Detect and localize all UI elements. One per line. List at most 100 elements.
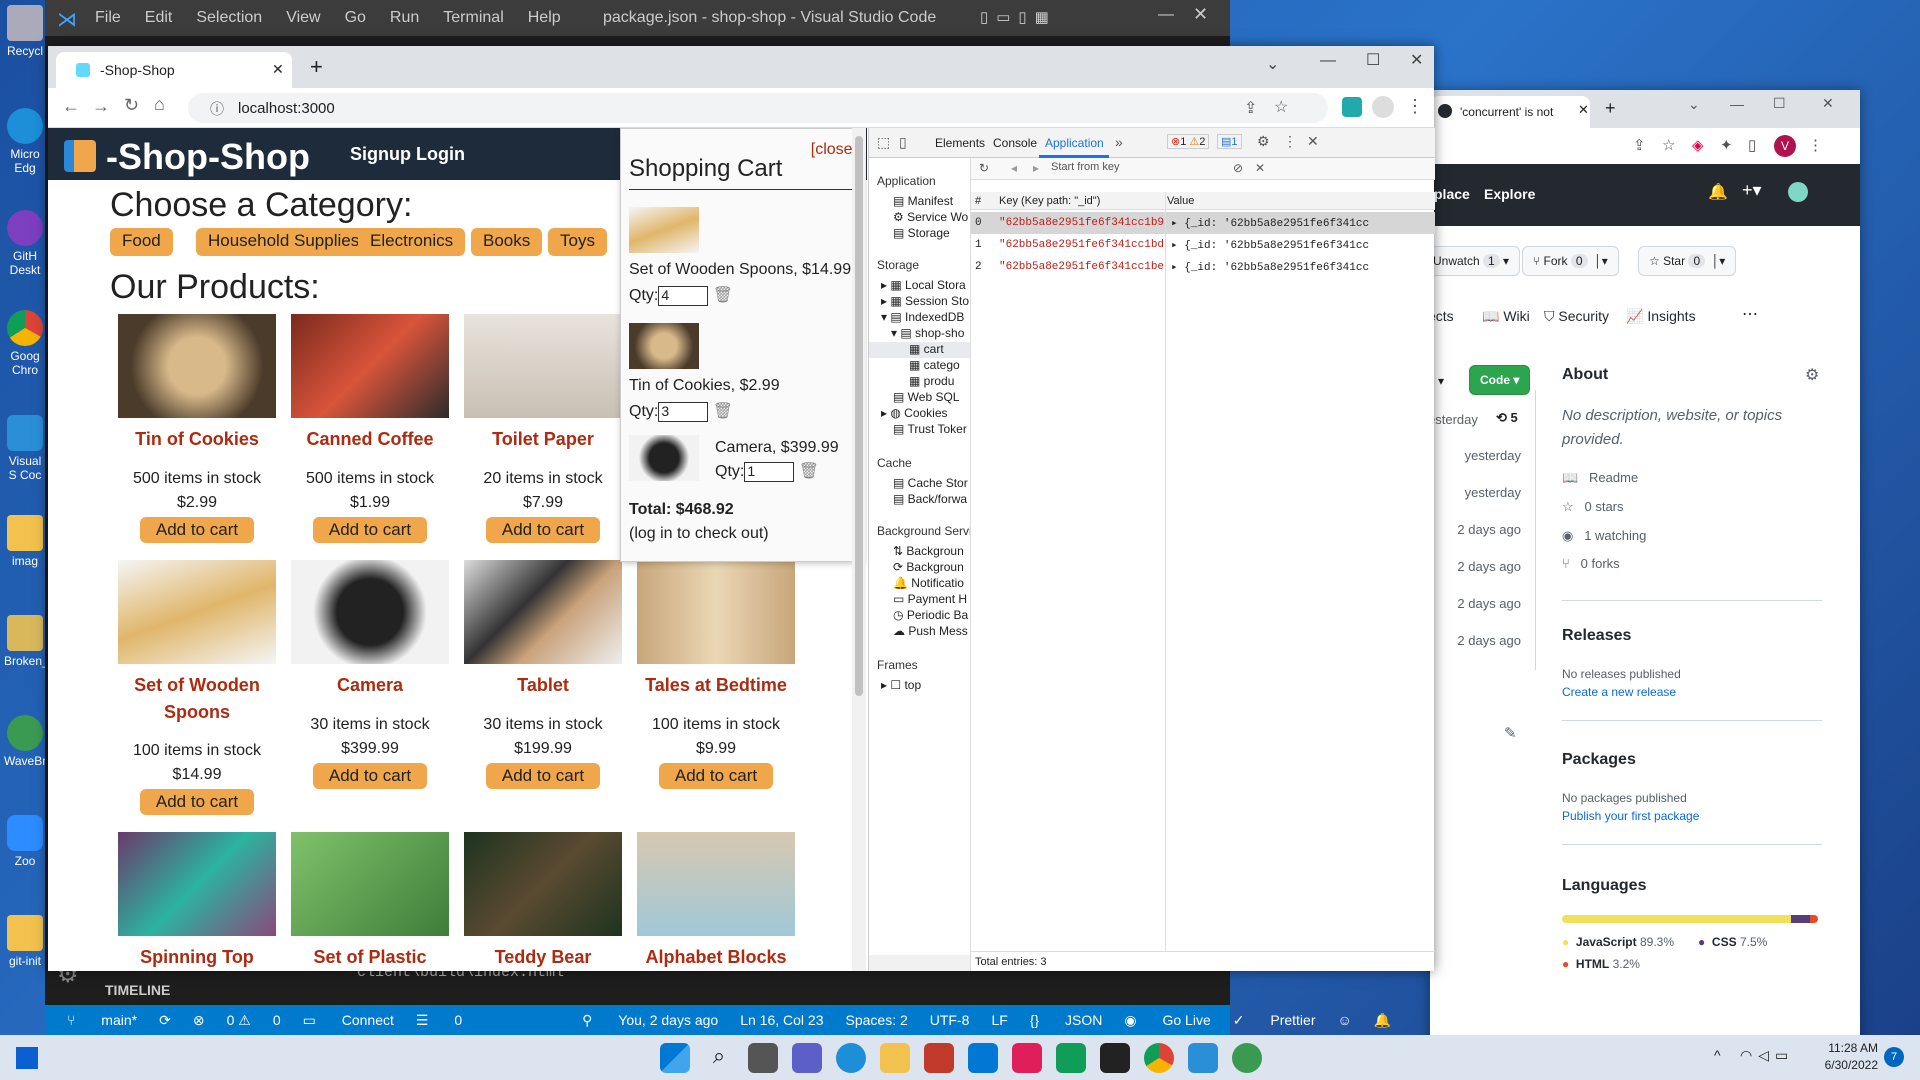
tab-security[interactable]: ⛉ Security xyxy=(1544,308,1609,325)
menu-run[interactable]: Run xyxy=(390,9,419,26)
sidebar-service-workers[interactable]: ⚙ Service Wo xyxy=(893,210,968,224)
product-name[interactable]: Canned Coffee xyxy=(290,426,450,453)
product-name[interactable]: Teddy Bear xyxy=(463,944,623,971)
sidebar-cookies[interactable]: ▸ ◍ Cookies xyxy=(881,406,948,420)
sidebar-horizontal-scrollbar[interactable] xyxy=(869,955,970,971)
github-minimize-icon[interactable]: — xyxy=(1730,96,1744,112)
sidebar-indexeddb[interactable]: ▾ ▤ IndexedDB xyxy=(881,310,964,324)
back-icon[interactable]: ← xyxy=(62,96,80,117)
desktop-icon-github-desktop[interactable]: GitH Deskt xyxy=(4,210,46,277)
menu-view[interactable]: View xyxy=(286,9,320,26)
product-image[interactable] xyxy=(291,314,449,418)
chrome-menu-icon[interactable]: ⋮ xyxy=(1406,96,1424,117)
store-icon[interactable] xyxy=(924,1043,954,1073)
user-avatar[interactable] xyxy=(1788,182,1808,202)
messages-badge[interactable]: ▤1 xyxy=(1217,134,1242,149)
profile-avatar[interactable]: V xyxy=(1774,135,1796,157)
packages-title[interactable]: Packages xyxy=(1562,751,1636,769)
terminal-icon[interactable] xyxy=(1100,1043,1130,1073)
widgets-icon[interactable] xyxy=(16,1047,38,1069)
tab-application[interactable]: Application xyxy=(1045,136,1104,150)
status-language[interactable]: {} JSON xyxy=(1030,1012,1103,1028)
add-to-cart-button[interactable]: Add to cart xyxy=(485,517,601,543)
product-name[interactable]: Set of Wooden Spoons xyxy=(117,672,277,726)
create-new-icon[interactable]: +▾ xyxy=(1742,180,1762,201)
status-blame[interactable]: ⚲ You, 2 days ago xyxy=(582,1012,718,1029)
add-to-cart-button[interactable]: Add to cart xyxy=(312,763,428,789)
product-image[interactable] xyxy=(118,314,276,418)
share-icon[interactable]: ⇪ xyxy=(1244,98,1257,118)
status-prettier[interactable]: ✓ Prettier xyxy=(1233,1012,1316,1029)
scrollbar-thumb[interactable] xyxy=(855,136,863,696)
add-to-cart-button[interactable]: Add to cart xyxy=(485,763,601,789)
status-branch[interactable]: ⑂ main* xyxy=(67,1012,137,1028)
product-image[interactable] xyxy=(464,832,622,936)
product-name[interactable]: Tales at Bedtime xyxy=(636,672,796,699)
table-row[interactable]: 2 "62bb5a8e2951fe6f341cc1be" ▸ {_id: '62… xyxy=(971,256,1435,278)
sidebar-store-categories[interactable]: ▦ catego xyxy=(909,358,960,372)
clock-date[interactable]: 6/30/2022 xyxy=(1798,1058,1878,1072)
product-name[interactable]: Camera xyxy=(290,672,450,699)
product-name[interactable]: Toilet Paper xyxy=(463,426,623,453)
puzzle-icon[interactable]: ✦ xyxy=(1720,136,1733,154)
status-encoding[interactable]: UTF-8 xyxy=(930,1012,970,1028)
github-close-icon[interactable]: ✕ xyxy=(1822,95,1834,112)
desktop-icon-zoom[interactable]: Zoo xyxy=(4,815,46,868)
edit-pencil-icon[interactable]: ✎ xyxy=(1504,724,1517,742)
about-settings-gear-icon[interactable]: ⚙ xyxy=(1805,365,1819,385)
tab-insights[interactable]: 📈 Insights xyxy=(1626,308,1696,325)
add-to-cart-button[interactable]: Add to cart xyxy=(139,789,255,815)
next-page-icon[interactable]: ▸ xyxy=(1033,161,1039,175)
product-image[interactable] xyxy=(637,560,795,664)
task-view-icon[interactable] xyxy=(748,1043,778,1073)
devtools-close-icon[interactable]: ✕ xyxy=(1307,133,1319,150)
trash-icon[interactable]: 🗑 xyxy=(713,287,733,304)
share-icon[interactable]: ⇪ xyxy=(1633,136,1646,154)
issues-badge[interactable]: ⊗1 ⚠2 xyxy=(1167,134,1210,149)
releases-title[interactable]: Releases xyxy=(1562,627,1631,645)
devtools-menu-icon[interactable]: ⋮ xyxy=(1283,133,1297,150)
branch-caret-icon[interactable]: ▾ xyxy=(1438,374,1444,388)
github-new-tab-icon[interactable]: + xyxy=(1605,98,1616,119)
profile-avatar[interactable] xyxy=(1372,96,1394,118)
inspect-icon[interactable]: ⬚ xyxy=(877,134,890,151)
tray-network-volume-battery-icons[interactable]: ◠◁▭ xyxy=(1740,1047,1794,1064)
notifications-badge[interactable]: 7 xyxy=(1884,1047,1904,1067)
desktop-icon-images-folder[interactable]: imag xyxy=(4,515,46,568)
sidebar-bg-sync[interactable]: ⟳ Backgroun xyxy=(893,560,964,574)
language-html[interactable]: ● HTML 3.2% xyxy=(1562,957,1640,971)
prev-page-icon[interactable]: ◂ xyxy=(1011,161,1017,175)
github-maximize-icon[interactable]: ☐ xyxy=(1773,95,1786,112)
qty-input[interactable]: 3 xyxy=(658,401,709,422)
product-name[interactable]: Alphabet Blocks xyxy=(636,944,796,971)
product-name[interactable]: Set of Plastic xyxy=(290,944,450,971)
desktop-icon-chrome[interactable]: Goog Chro xyxy=(4,310,46,377)
forward-icon[interactable]: → xyxy=(92,96,110,117)
clock-time[interactable]: 11:28 AM xyxy=(1798,1041,1878,1055)
product-image[interactable] xyxy=(464,314,622,418)
status-problems[interactable]: ⊗ 0 ⚠ 0 xyxy=(193,1012,281,1029)
github-tab-close-icon[interactable]: ✕ xyxy=(1578,102,1589,118)
page-scrollbar[interactable] xyxy=(852,128,866,971)
desktop-icon-git-init[interactable]: git-init xyxy=(4,915,46,968)
tab-close-icon[interactable]: ✕ xyxy=(272,61,284,78)
product-name[interactable]: Tablet xyxy=(463,672,623,699)
product-image[interactable] xyxy=(291,560,449,664)
language-javascript[interactable]: ● JavaScript 89.3% xyxy=(1562,935,1674,949)
publish-package-link[interactable]: Publish your first package xyxy=(1562,809,1699,823)
wavebrowser-icon[interactable] xyxy=(1232,1043,1262,1073)
brand-title[interactable]: -Shop-Shop xyxy=(106,136,310,178)
menu-go[interactable]: Go xyxy=(345,9,366,26)
bookmark-star-icon[interactable]: ☆ xyxy=(1274,97,1288,117)
sidebar-db-shop-shop[interactable]: ▾ ▤ shop-sho xyxy=(891,326,964,340)
menu-help[interactable]: Help xyxy=(528,9,561,26)
sidebar-storage[interactable]: ▤ Storage xyxy=(893,226,950,240)
status-eol[interactable]: LF xyxy=(991,1012,1007,1028)
unwatch-button[interactable]: Unwatch 1 ▾ xyxy=(1430,246,1521,276)
sidebar-notifications[interactable]: 🔔 Notificatio xyxy=(893,576,964,590)
sidebar-push-messaging[interactable]: ☁ Push Mess xyxy=(893,624,968,638)
new-tab-icon[interactable]: + xyxy=(310,54,323,80)
about-readme[interactable]: 📖 Readme xyxy=(1562,470,1638,486)
start-icon[interactable] xyxy=(660,1043,690,1073)
sidepanel-icon[interactable]: ▯ xyxy=(1748,136,1756,154)
